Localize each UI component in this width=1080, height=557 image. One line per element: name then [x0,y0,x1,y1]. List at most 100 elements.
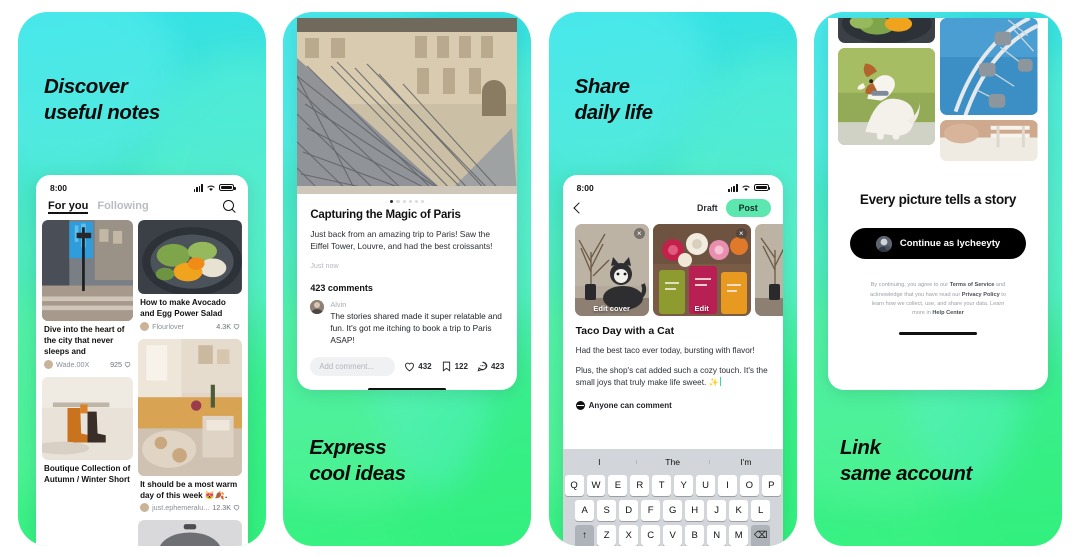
compose-paragraph-2[interactable]: Plus, the shop's cat added such a cozy t… [576,365,770,390]
image-flowers-drinks [652,223,751,316]
feed-card[interactable]: Boutique Collection of Autumn / Winter S… [42,376,134,487]
key-o[interactable]: O [739,474,759,496]
key-g[interactable]: G [663,499,683,521]
feed-card[interactable]: Dive into the heart of the city that nev… [42,219,134,372]
key-j[interactable]: J [707,499,727,521]
on-screen-keyboard: I The I'm Q W E R T Y U I O P A S D F G … [562,448,783,546]
media-thumbnail-partial[interactable] [754,223,783,316]
avatar[interactable] [310,299,325,314]
tab-following[interactable]: Following [97,200,148,212]
key-k[interactable]: K [729,499,749,521]
home-indicator [898,332,977,336]
feed-column-left: Dive into the heart of the city that nev… [42,219,134,546]
key-y[interactable]: Y [674,474,694,496]
comment-action[interactable]: 423 [477,361,504,372]
prediction-3[interactable]: I'm [709,457,782,467]
avatar [140,503,150,513]
key-v[interactable]: V [663,524,683,546]
status-bar: 8:00 [36,175,248,196]
search-icon[interactable] [223,199,236,213]
key-x[interactable]: X [619,524,639,546]
phone-mockup-compose: 8:00 Draft Post × Edit cover × Edit Taco… [562,174,783,546]
key-p[interactable]: P [761,474,781,496]
preview-panel-share: Share daily life 8:00 Draft Post × Edit … [548,11,797,546]
heart-icon[interactable] [233,504,240,511]
key-h[interactable]: H [685,499,705,521]
draft-button[interactable]: Draft [697,203,718,213]
wifi-icon [741,185,750,191]
add-comment-input[interactable]: Add comment... [310,356,396,376]
avatar [44,359,53,369]
edit-cover-label[interactable]: Edit cover [575,304,649,313]
media-thumbnail-cat[interactable]: × Edit cover [574,223,649,316]
comment-permission[interactable]: Anyone can comment [563,389,783,418]
feed-card[interactable]: How to make Avocado and Egg Power Salad … [138,219,242,334]
key-d[interactable]: D [619,499,639,521]
like-action[interactable]: 432 [404,361,432,372]
heart-icon[interactable] [124,361,131,368]
key-shift[interactable]: ↑ [575,524,595,546]
key-n[interactable]: N [707,524,727,546]
panel-headline: Link same account [839,436,972,486]
back-chevron-icon[interactable] [572,201,585,214]
wifi-icon [207,185,215,191]
key-u[interactable]: U [696,474,715,496]
status-bar: 8:00 [563,175,783,196]
comment-item: Alvin The stories shared made it super r… [310,299,504,346]
preview-panel-link: Link same account Every picture tells a … [813,11,1062,546]
thumbnail-boots [42,376,134,461]
image-branches [754,223,783,316]
thumbnail-salad [138,219,242,295]
key-a[interactable]: A [575,499,595,521]
key-r[interactable]: R [630,474,650,496]
tab-for-you[interactable]: For you [48,200,89,214]
phone-mockup-login: Every picture tells a story Continue as … [827,17,1048,390]
card-title: How to make Avocado and Egg Power Salad [140,298,226,318]
key-i[interactable]: I [717,474,737,496]
comment-count: 423 [490,361,505,371]
key-f[interactable]: F [641,499,661,521]
prediction-1[interactable]: I [563,457,636,467]
key-backspace[interactable]: ⌫ [751,524,771,546]
key-q[interactable]: Q [564,474,584,496]
preview-panel-capture: Express cool ideas Capturing the Magic o… [283,11,532,546]
privacy-policy-link[interactable]: Privacy Policy [962,292,1000,298]
key-s[interactable]: S [597,499,617,521]
text-caret [719,377,721,387]
key-t[interactable]: T [652,474,672,496]
edit-label[interactable]: Edit [653,304,751,313]
status-icons [193,183,236,192]
prediction-2[interactable]: The [635,457,709,467]
compose-title[interactable]: Taco Day with a Cat [576,325,770,337]
card-title: It should be a most warm day of this wee… [140,479,238,500]
key-l[interactable]: L [751,499,771,521]
continue-as-button[interactable]: Continue as lycheeyty [849,228,1026,260]
heart-icon[interactable] [233,323,240,330]
feed-card[interactable] [138,520,242,546]
keyboard-row-3: ↑ Z X C V B N M ⌫ [563,521,783,546]
feed-card[interactable]: It should be a most warm day of this wee… [138,338,242,516]
post-button[interactable]: Post [725,198,771,217]
key-b[interactable]: B [685,524,705,546]
key-c[interactable]: C [641,524,661,546]
compose-paragraph-1[interactable]: Had the best taco ever today, bursting w… [576,345,770,357]
carousel-dots[interactable] [297,194,517,207]
key-z[interactable]: Z [597,524,617,546]
bookmark-action[interactable]: 122 [441,361,468,372]
compose-nav-actions: Draft Post [697,198,771,217]
phone-mockup-feed: 8:00 For you Following Dive into the hea… [36,174,248,546]
media-thumbnail-row: × Edit cover × Edit [563,223,783,316]
help-center-link[interactable]: Help Center [932,310,963,316]
continue-label: Continue as lycheeyty [899,238,1001,250]
key-w[interactable]: W [586,474,606,496]
image-ferris-wheel [940,17,1038,115]
like-count: 432 [418,361,432,371]
key-e[interactable]: E [608,474,628,496]
remove-media-icon[interactable]: × [633,227,645,239]
remove-media-icon[interactable]: × [735,227,747,239]
key-m[interactable]: M [729,524,749,546]
home-indicator [368,387,447,390]
compose-body: Taco Day with a Cat Had the best taco ev… [563,316,783,390]
terms-of-service-link[interactable]: Terms of Service [950,282,995,288]
media-thumbnail-drinks[interactable]: × Edit [652,223,751,316]
